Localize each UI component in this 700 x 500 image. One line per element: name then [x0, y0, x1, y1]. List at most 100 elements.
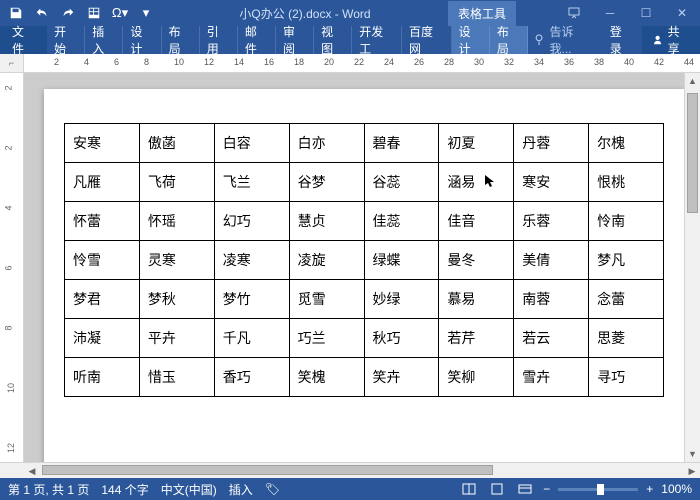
share-button[interactable]: 共享 [642, 26, 700, 54]
tab-baidu[interactable]: 百度网 [402, 26, 452, 54]
tab-table-design[interactable]: 设计 [452, 26, 490, 54]
tab-developer[interactable]: 开发工 [352, 26, 402, 54]
table-cell[interactable]: 曼冬 [439, 241, 514, 280]
vertical-scrollbar[interactable]: ▲ ▼ [684, 73, 700, 462]
table-cell[interactable]: 念蕾 [589, 280, 664, 319]
table-cell[interactable]: 飞兰 [214, 163, 289, 202]
qat-dropdown-icon[interactable]: ▾ [134, 2, 158, 24]
table-cell[interactable]: 傲菡 [139, 124, 214, 163]
table-cell[interactable]: 南蓉 [514, 280, 589, 319]
table-icon[interactable] [82, 2, 106, 24]
zoom-out-button[interactable]: − [543, 482, 550, 496]
view-print-icon[interactable] [487, 481, 507, 497]
table-cell[interactable]: 沛凝 [65, 319, 140, 358]
table-cell[interactable]: 若云 [514, 319, 589, 358]
table-cell[interactable]: 寒安 [514, 163, 589, 202]
tab-table-layout[interactable]: 布局 [490, 26, 528, 54]
table-cell[interactable]: 凌寒 [214, 241, 289, 280]
tab-design[interactable]: 设计 [123, 26, 161, 54]
scroll-thumb[interactable] [687, 93, 698, 213]
zoom-level[interactable]: 100% [661, 482, 692, 496]
table-cell[interactable]: 梦凡 [589, 241, 664, 280]
table-cell[interactable]: 凡雁 [65, 163, 140, 202]
table-cell[interactable]: 谷蕊 [364, 163, 439, 202]
table-cell[interactable]: 白容 [214, 124, 289, 163]
zoom-thumb[interactable] [597, 484, 604, 495]
status-extra-icon[interactable]: 🏷 [265, 482, 280, 496]
tab-references[interactable]: 引用 [200, 26, 238, 54]
table-cell[interactable]: 碧春 [364, 124, 439, 163]
tab-file[interactable]: 文件 [0, 26, 47, 54]
table-cell[interactable]: 平卉 [139, 319, 214, 358]
view-web-icon[interactable] [515, 481, 535, 497]
table-cell[interactable]: 寻巧 [589, 358, 664, 397]
table-cell[interactable]: 笑柳 [439, 358, 514, 397]
table-cell[interactable]: 初夏 [439, 124, 514, 163]
table-cell[interactable]: 佳蕊 [364, 202, 439, 241]
save-icon[interactable] [4, 2, 28, 24]
undo-icon[interactable] [30, 2, 54, 24]
table-cell[interactable]: 思菱 [589, 319, 664, 358]
table-cell[interactable]: 慕易 [439, 280, 514, 319]
table-cell[interactable]: 涵易 [439, 163, 514, 202]
table-cell[interactable]: 绿蝶 [364, 241, 439, 280]
table-cell[interactable]: 秋巧 [364, 319, 439, 358]
table-cell[interactable]: 香巧 [214, 358, 289, 397]
tab-review[interactable]: 审阅 [276, 26, 314, 54]
table-cell[interactable]: 慧贞 [289, 202, 364, 241]
table-cell[interactable]: 佳音 [439, 202, 514, 241]
table-cell[interactable]: 恨桃 [589, 163, 664, 202]
table-cell[interactable]: 梦君 [65, 280, 140, 319]
table-cell[interactable]: 美倩 [514, 241, 589, 280]
table-cell[interactable]: 梦秋 [139, 280, 214, 319]
zoom-slider[interactable] [558, 488, 638, 491]
table-cell[interactable]: 笑卉 [364, 358, 439, 397]
tab-layout[interactable]: 布局 [162, 26, 200, 54]
scroll-left-icon[interactable]: ◀ [24, 463, 40, 479]
table-cell[interactable]: 丹蓉 [514, 124, 589, 163]
table-cell[interactable]: 凌旋 [289, 241, 364, 280]
tell-me[interactable]: 告诉我... [528, 26, 600, 54]
vertical-ruler[interactable]: 224681012 [0, 73, 24, 462]
table-cell[interactable]: 幻巧 [214, 202, 289, 241]
table-cell[interactable]: 怀瑶 [139, 202, 214, 241]
table-cell[interactable]: 雪卉 [514, 358, 589, 397]
tab-view[interactable]: 视图 [314, 26, 352, 54]
hscroll-thumb[interactable] [42, 465, 493, 475]
horizontal-scrollbar[interactable]: ◀ ▶ [0, 462, 700, 478]
omega-icon[interactable]: Ω▾ [108, 2, 132, 24]
status-lang[interactable]: 中文(中国) [161, 481, 217, 498]
table-cell[interactable]: 白亦 [289, 124, 364, 163]
horizontal-ruler[interactable]: 2468101214161820222426283032343638404244 [24, 54, 700, 72]
table-cell[interactable]: 妙绿 [364, 280, 439, 319]
table-cell[interactable]: 灵寒 [139, 241, 214, 280]
table[interactable]: 安寒傲菡白容白亦碧春初夏丹蓉尔槐凡雁飞荷飞兰谷梦谷蕊涵易寒安恨桃怀蕾怀瑶幻巧慧贞… [64, 123, 664, 397]
table-cell[interactable]: 安寒 [65, 124, 140, 163]
table-cell[interactable]: 千凡 [214, 319, 289, 358]
scroll-up-icon[interactable]: ▲ [685, 73, 700, 89]
table-cell[interactable]: 听南 [65, 358, 140, 397]
zoom-in-button[interactable]: + [646, 482, 653, 496]
tab-insert[interactable]: 插入 [85, 26, 123, 54]
document-area[interactable]: 安寒傲菡白容白亦碧春初夏丹蓉尔槐凡雁飞荷飞兰谷梦谷蕊涵易寒安恨桃怀蕾怀瑶幻巧慧贞… [24, 73, 684, 462]
table-cell[interactable]: 怜南 [589, 202, 664, 241]
scroll-right-icon[interactable]: ▶ [684, 463, 700, 479]
table-cell[interactable]: 梦竹 [214, 280, 289, 319]
view-read-icon[interactable] [459, 481, 479, 497]
table-cell[interactable]: 怜雪 [65, 241, 140, 280]
table-cell[interactable]: 觅雪 [289, 280, 364, 319]
table-cell[interactable]: 笑槐 [289, 358, 364, 397]
table-cell[interactable]: 惜玉 [139, 358, 214, 397]
status-words[interactable]: 144 个字 [101, 481, 148, 498]
scroll-down-icon[interactable]: ▼ [685, 446, 700, 462]
redo-icon[interactable] [56, 2, 80, 24]
table-cell[interactable]: 若芹 [439, 319, 514, 358]
status-page[interactable]: 第 1 页, 共 1 页 [8, 481, 89, 498]
tab-home[interactable]: 开始 [47, 26, 85, 54]
table-cell[interactable]: 怀蕾 [65, 202, 140, 241]
table-cell[interactable]: 飞荷 [139, 163, 214, 202]
status-insert[interactable]: 插入 [229, 481, 253, 498]
table-cell[interactable]: 乐蓉 [514, 202, 589, 241]
login-button[interactable]: 登录 [600, 23, 643, 57]
tab-mailings[interactable]: 邮件 [238, 26, 276, 54]
